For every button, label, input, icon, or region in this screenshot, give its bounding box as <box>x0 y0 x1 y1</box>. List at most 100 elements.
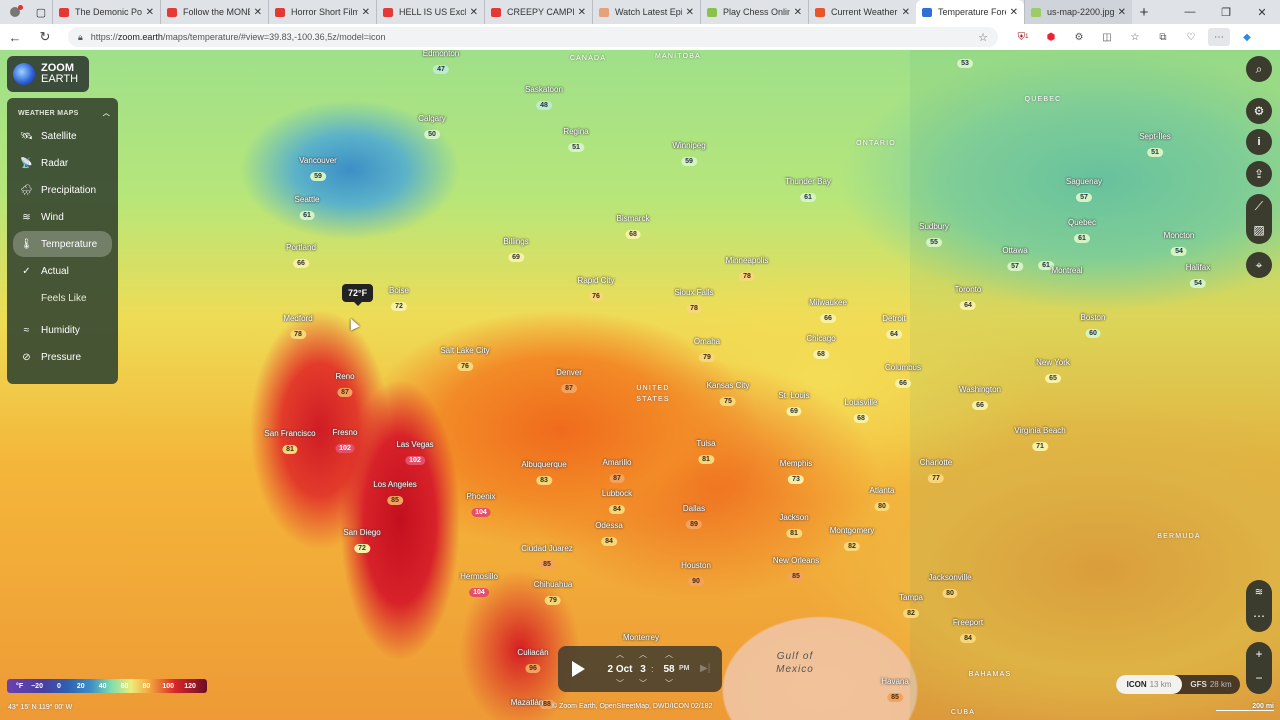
zoom-in-button[interactable]: + <box>1255 642 1262 666</box>
minute-down-arrow[interactable]: ﹀ <box>665 678 673 689</box>
city-marker[interactable]: 53 <box>957 52 973 70</box>
city-marker[interactable]: Memphis 73 <box>780 459 812 486</box>
city-marker[interactable]: San Diego 72 <box>343 528 381 555</box>
info-button[interactable]: i <box>1246 129 1272 155</box>
city-marker[interactable]: Charlotte 77 <box>920 458 952 485</box>
city-marker[interactable]: Kansas City 75 <box>707 381 749 408</box>
profile-button[interactable] <box>0 0 30 24</box>
back-button[interactable]: ← <box>0 30 30 45</box>
city-marker[interactable]: Tampa 82 <box>899 593 923 620</box>
city-marker[interactable]: Thunder Bay 61 <box>785 177 831 204</box>
ublock-extension-icon[interactable]: ⛨ 1 <box>1012 28 1034 46</box>
city-marker[interactable]: New York 65 <box>1036 358 1070 385</box>
legend-unit[interactable]: °F <box>13 683 26 690</box>
sidebar-item-satellite[interactable]: 🛰 Satellite <box>13 123 112 149</box>
copilot-icon[interactable]: ◆ <box>1236 28 1258 46</box>
browser-essentials-icon[interactable]: ♡ <box>1180 28 1202 46</box>
minimize-button[interactable]: — <box>1172 6 1208 19</box>
sidebar-item-precipitation[interactable]: 🌧 Precipitation <box>13 177 112 203</box>
browser-tab[interactable]: CREEPY CAMPING ✕ <box>484 0 592 24</box>
city-marker[interactable]: Freeport 84 <box>953 618 983 645</box>
city-marker[interactable]: Sioux Falls 78 <box>674 288 714 315</box>
city-marker[interactable]: Atlanta 80 <box>870 486 894 513</box>
minute-up-arrow[interactable]: ︿ <box>665 649 673 660</box>
city-marker[interactable]: Calgary 50 <box>418 114 446 141</box>
city-marker[interactable]: Portland 66 <box>286 243 316 270</box>
city-marker[interactable]: Sept-Îles 51 <box>1139 132 1171 159</box>
city-marker[interactable]: Saskatoon 48 <box>525 85 563 112</box>
tab-close-icon[interactable]: ✕ <box>902 7 910 18</box>
browser-tab[interactable]: us-map-2200.jpg ✕ <box>1024 0 1132 24</box>
tab-close-icon[interactable]: ✕ <box>362 7 370 18</box>
city-marker[interactable]: Monterrey <box>623 633 659 642</box>
tab-close-icon[interactable]: ✕ <box>686 7 694 18</box>
city-marker[interactable]: Louisville 68 <box>845 398 877 425</box>
city-marker[interactable]: Houston 90 <box>681 561 711 588</box>
city-marker[interactable]: Lubbock 84 <box>602 489 632 516</box>
adblock-extension-icon[interactable]: ⬢ <box>1040 28 1062 46</box>
city-marker[interactable]: Fresno 102 <box>333 428 357 455</box>
city-marker[interactable]: Culiacán 96 <box>517 648 549 675</box>
url-field[interactable]: 🔒︎ https://zoom.earth/maps/temperature/#… <box>68 27 998 47</box>
city-marker[interactable]: Ottawa 57 <box>1002 246 1028 273</box>
measure-line-icon[interactable]: ⟋ <box>1255 194 1263 218</box>
measure-area-icon[interactable]: ▨ <box>1253 218 1264 242</box>
city-marker[interactable]: Las Vegas 102 <box>396 440 434 467</box>
new-tab-button[interactable]: + <box>1132 4 1156 21</box>
split-screen-icon[interactable]: ◫ <box>1096 28 1118 46</box>
map-attribution[interactable]: © Zoom Earth, OpenStreetMap, DWD/ICON 02… <box>552 703 712 710</box>
city-marker[interactable]: Ciudad Juarez 85 <box>521 544 573 571</box>
date-up-arrow[interactable]: ︿ <box>616 649 624 660</box>
browser-tab[interactable]: The Demonic Possession ✕ <box>52 0 160 24</box>
browser-tab[interactable]: Follow the MONEY ✕ <box>160 0 268 24</box>
city-marker[interactable]: Saguenay 57 <box>1066 177 1102 204</box>
browser-tab[interactable]: Play Chess Online ✕ <box>700 0 808 24</box>
skip-to-now-icon[interactable]: ▶| <box>700 663 710 674</box>
city-marker[interactable]: Halifax 54 <box>1186 263 1210 290</box>
zoom-earth-logo[interactable]: ZOOM EARTH <box>7 56 89 92</box>
city-marker[interactable]: Boise 72 <box>389 286 409 313</box>
city-marker[interactable]: Reno 87 <box>335 372 355 399</box>
city-marker[interactable]: Milwaukee 66 <box>809 298 847 325</box>
city-marker[interactable]: Minneapolis 78 <box>726 256 768 283</box>
city-marker[interactable]: Vancouver 59 <box>299 156 337 183</box>
locate-button[interactable]: ⌖ <box>1246 252 1272 278</box>
city-marker[interactable]: Tulsa 81 <box>696 439 716 466</box>
browser-tab[interactable]: Horror Short Film ✕ <box>268 0 376 24</box>
tab-close-icon[interactable]: ✕ <box>1010 7 1018 18</box>
city-marker[interactable]: Havana 85 <box>881 677 909 704</box>
sidebar-item-actual[interactable]: ✓ Actual <box>13 258 112 284</box>
city-marker[interactable]: Moncton 54 <box>1164 231 1194 258</box>
collections-icon[interactable]: ⧉ <box>1152 28 1174 46</box>
temperature-legend[interactable]: °F −20 0 20 40 60 80 100 120 <box>7 679 207 693</box>
zoom-out-button[interactable]: − <box>1255 666 1262 690</box>
city-marker[interactable]: San Francisco 81 <box>264 429 316 456</box>
city-marker[interactable]: Mazatlán <box>511 698 543 707</box>
hour-down-arrow[interactable]: ﹀ <box>639 678 647 689</box>
browser-tab[interactable]: Current Weather C ✕ <box>808 0 916 24</box>
tab-close-icon[interactable]: ✕ <box>254 7 262 18</box>
tab-actions-button[interactable]: ▢ <box>30 0 52 24</box>
tab-close-icon[interactable]: ✕ <box>146 7 154 18</box>
city-marker[interactable]: Rapid City 76 <box>578 276 614 303</box>
city-marker[interactable]: Dallas 89 <box>683 504 705 531</box>
more-icon[interactable]: ⋯ <box>1253 604 1265 628</box>
date-down-arrow[interactable]: ﹀ <box>616 678 624 689</box>
city-marker[interactable]: Chicago 68 <box>806 334 836 361</box>
city-marker[interactable]: Los Angeles 85 <box>373 480 417 507</box>
search-button[interactable]: ⌕ <box>1246 56 1272 82</box>
city-marker[interactable]: Phoenix 104 <box>467 492 495 519</box>
favorites-icon[interactable]: ☆ <box>1124 28 1146 46</box>
browser-menu-icon[interactable]: ⋯ <box>1208 28 1230 46</box>
close-window-button[interactable]: ✕ <box>1244 6 1280 19</box>
browser-tab-active[interactable]: Temperature Forecast ✕ <box>916 0 1024 24</box>
weather-maps-header[interactable]: WEATHER MAPS ︿ <box>7 104 118 122</box>
city-marker[interactable]: Toronto 64 <box>955 285 981 312</box>
city-marker[interactable]: Odessa 84 <box>595 521 623 548</box>
city-marker[interactable]: Sudbury 55 <box>919 222 949 249</box>
lock-icon[interactable]: 🔒︎ <box>78 32 83 43</box>
city-marker[interactable]: New Orleans 85 <box>773 556 819 583</box>
city-marker[interactable]: Jackson 81 <box>779 513 809 540</box>
city-marker[interactable]: Edmonton 47 <box>423 50 459 76</box>
play-button[interactable] <box>572 661 585 677</box>
